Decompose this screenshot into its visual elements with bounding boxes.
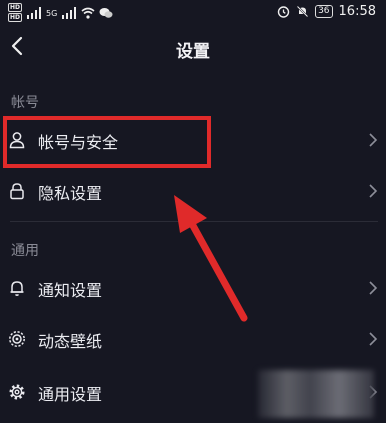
section-header-account: 帐号 (11, 95, 39, 111)
bell-icon (10, 281, 24, 296)
nav-bar: 设置 (0, 28, 386, 68)
mosaic-blur-patch (258, 370, 374, 418)
row-live-wallpaper[interactable]: 动态壁纸 (0, 316, 386, 362)
status-bar: HD HD 5G 36 16:58 (0, 0, 386, 24)
network-type-label: 5G (46, 8, 58, 18)
status-right: 36 16:58 (277, 4, 376, 19)
highlight-box-annotation (3, 116, 211, 168)
alarm-icon (277, 6, 290, 18)
chevron-right-icon (369, 184, 378, 198)
row-label-live-wallpaper: 动态壁纸 (38, 332, 103, 351)
wechat-icon (99, 8, 113, 18)
section-divider (10, 221, 378, 222)
chevron-right-icon (369, 281, 378, 295)
signal-icon-2 (62, 7, 77, 19)
chevron-right-icon (369, 133, 378, 147)
wifi-icon (81, 7, 95, 19)
hd-badge-1: HD (8, 3, 23, 12)
gear-icon (9, 384, 25, 400)
signal-icon (27, 7, 42, 19)
row-label-general-settings: 通用设置 (38, 385, 103, 404)
section-header-general: 通用 (11, 243, 39, 259)
clock: 16:58 (338, 4, 376, 19)
row-label-notifications: 通知设置 (38, 281, 103, 300)
chevron-right-icon (369, 332, 378, 346)
row-label-privacy: 隐私设置 (38, 184, 103, 203)
battery-indicator: 36 (315, 5, 333, 18)
hd-badge-2: HD (8, 13, 23, 22)
lock-icon (10, 183, 24, 200)
row-notifications[interactable]: 通知设置 (0, 265, 386, 311)
row-privacy[interactable]: 隐私设置 (0, 168, 386, 214)
hd-badges: HD HD (8, 3, 23, 23)
live-wallpaper-icon (9, 331, 25, 347)
page-title: 设置 (176, 42, 210, 62)
mute-bell-icon (296, 5, 309, 18)
status-left: HD HD 5G (8, 3, 113, 23)
